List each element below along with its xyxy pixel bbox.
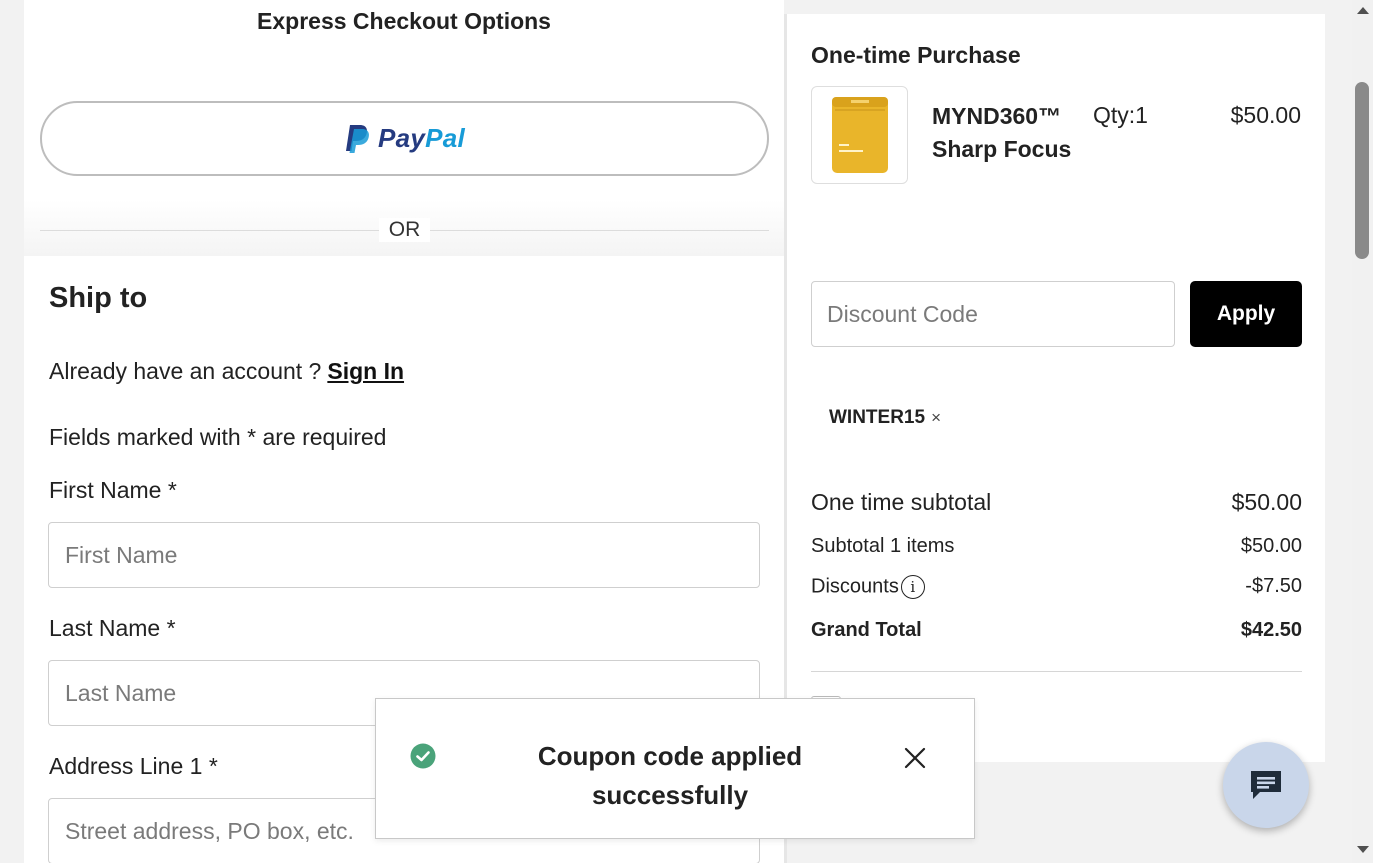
chat-button[interactable]: [1223, 742, 1309, 828]
first-name-label: First Name *: [49, 477, 177, 503]
coupon-toast: Coupon code applied successfully: [375, 698, 975, 839]
discounts-row: Discounts i -$7.50: [811, 575, 1302, 599]
applied-coupon-chip: WINTER15 ×: [829, 407, 941, 429]
chat-bubble-icon: [1251, 771, 1281, 799]
check-circle-icon: [410, 743, 436, 769]
scroll-down-arrow-icon[interactable]: [1357, 846, 1369, 853]
summary-divider: [811, 671, 1302, 672]
first-name-input[interactable]: [48, 522, 760, 588]
discounts-label-group: Discounts i: [811, 575, 925, 599]
one-time-subtotal-value: $50.00: [1231, 489, 1302, 515]
info-icon[interactable]: i: [900, 575, 925, 599]
order-summary-panel: One-time Purchase MYND360™ Sharp Focus Q…: [787, 14, 1325, 762]
address-line-1-label: Address Line 1 *: [49, 753, 218, 779]
toast-message: Coupon code applied successfully: [537, 741, 803, 810]
ship-to-title: Ship to: [49, 282, 148, 314]
account-prompt: Already have an account ? Sign In: [49, 358, 404, 385]
grand-total-row: Grand Total $42.50: [811, 619, 1302, 642]
subtotal-value: $50.00: [1240, 535, 1302, 557]
product-price: $50.00: [1230, 102, 1301, 128]
discounts-value: -$7.50: [1245, 575, 1302, 597]
remove-coupon-icon[interactable]: ×: [931, 408, 941, 428]
close-icon[interactable]: [902, 745, 928, 771]
one-time-subtotal-row: One time subtotal $50.00: [811, 489, 1302, 516]
subtotal-row: Subtotal 1 items $50.00: [811, 535, 1302, 558]
or-text: OR: [378, 218, 431, 242]
apply-discount-button[interactable]: Apply: [1190, 281, 1302, 347]
paypal-word-pal: Pal: [425, 123, 466, 153]
required-note: Fields marked with * are required: [49, 424, 387, 450]
last-name-label: Last Name *: [49, 615, 176, 641]
account-prompt-text: Already have an account ?: [49, 358, 322, 384]
page-scrollbar[interactable]: [1352, 0, 1373, 863]
subtotal-label: Subtotal 1 items: [811, 535, 955, 557]
discount-code-input[interactable]: [811, 281, 1175, 347]
product-qty: Qty:1: [1093, 102, 1148, 128]
express-checkout-title: Express Checkout Options: [257, 8, 551, 34]
paypal-word-pay: Pay: [377, 123, 426, 153]
product-name: MYND360™ Sharp Focus: [932, 103, 1072, 162]
purchase-title: One-time Purchase: [811, 42, 1021, 68]
or-line-left: [40, 229, 379, 231]
scroll-up-arrow-icon[interactable]: [1357, 7, 1369, 14]
discounts-label: Discounts: [811, 575, 899, 598]
paypal-wordmark: PayPal: [378, 123, 465, 154]
express-checkout-section: Express Checkout Options PayPal OR: [24, 0, 784, 256]
product-pouch-icon: [831, 97, 888, 173]
scroll-thumb[interactable]: [1355, 82, 1369, 259]
sign-in-link[interactable]: Sign In: [327, 358, 404, 384]
applied-coupon-code: WINTER15: [829, 407, 926, 428]
or-line-right: [430, 229, 769, 231]
one-time-subtotal-label: One time subtotal: [811, 489, 992, 515]
product-image: [811, 86, 908, 184]
grand-total-label: Grand Total: [811, 619, 922, 641]
paypal-logo-icon: [345, 124, 369, 153]
grand-total-value: $42.50: [1240, 619, 1302, 641]
paypal-button[interactable]: PayPal: [40, 101, 769, 176]
or-divider: OR: [40, 215, 769, 245]
